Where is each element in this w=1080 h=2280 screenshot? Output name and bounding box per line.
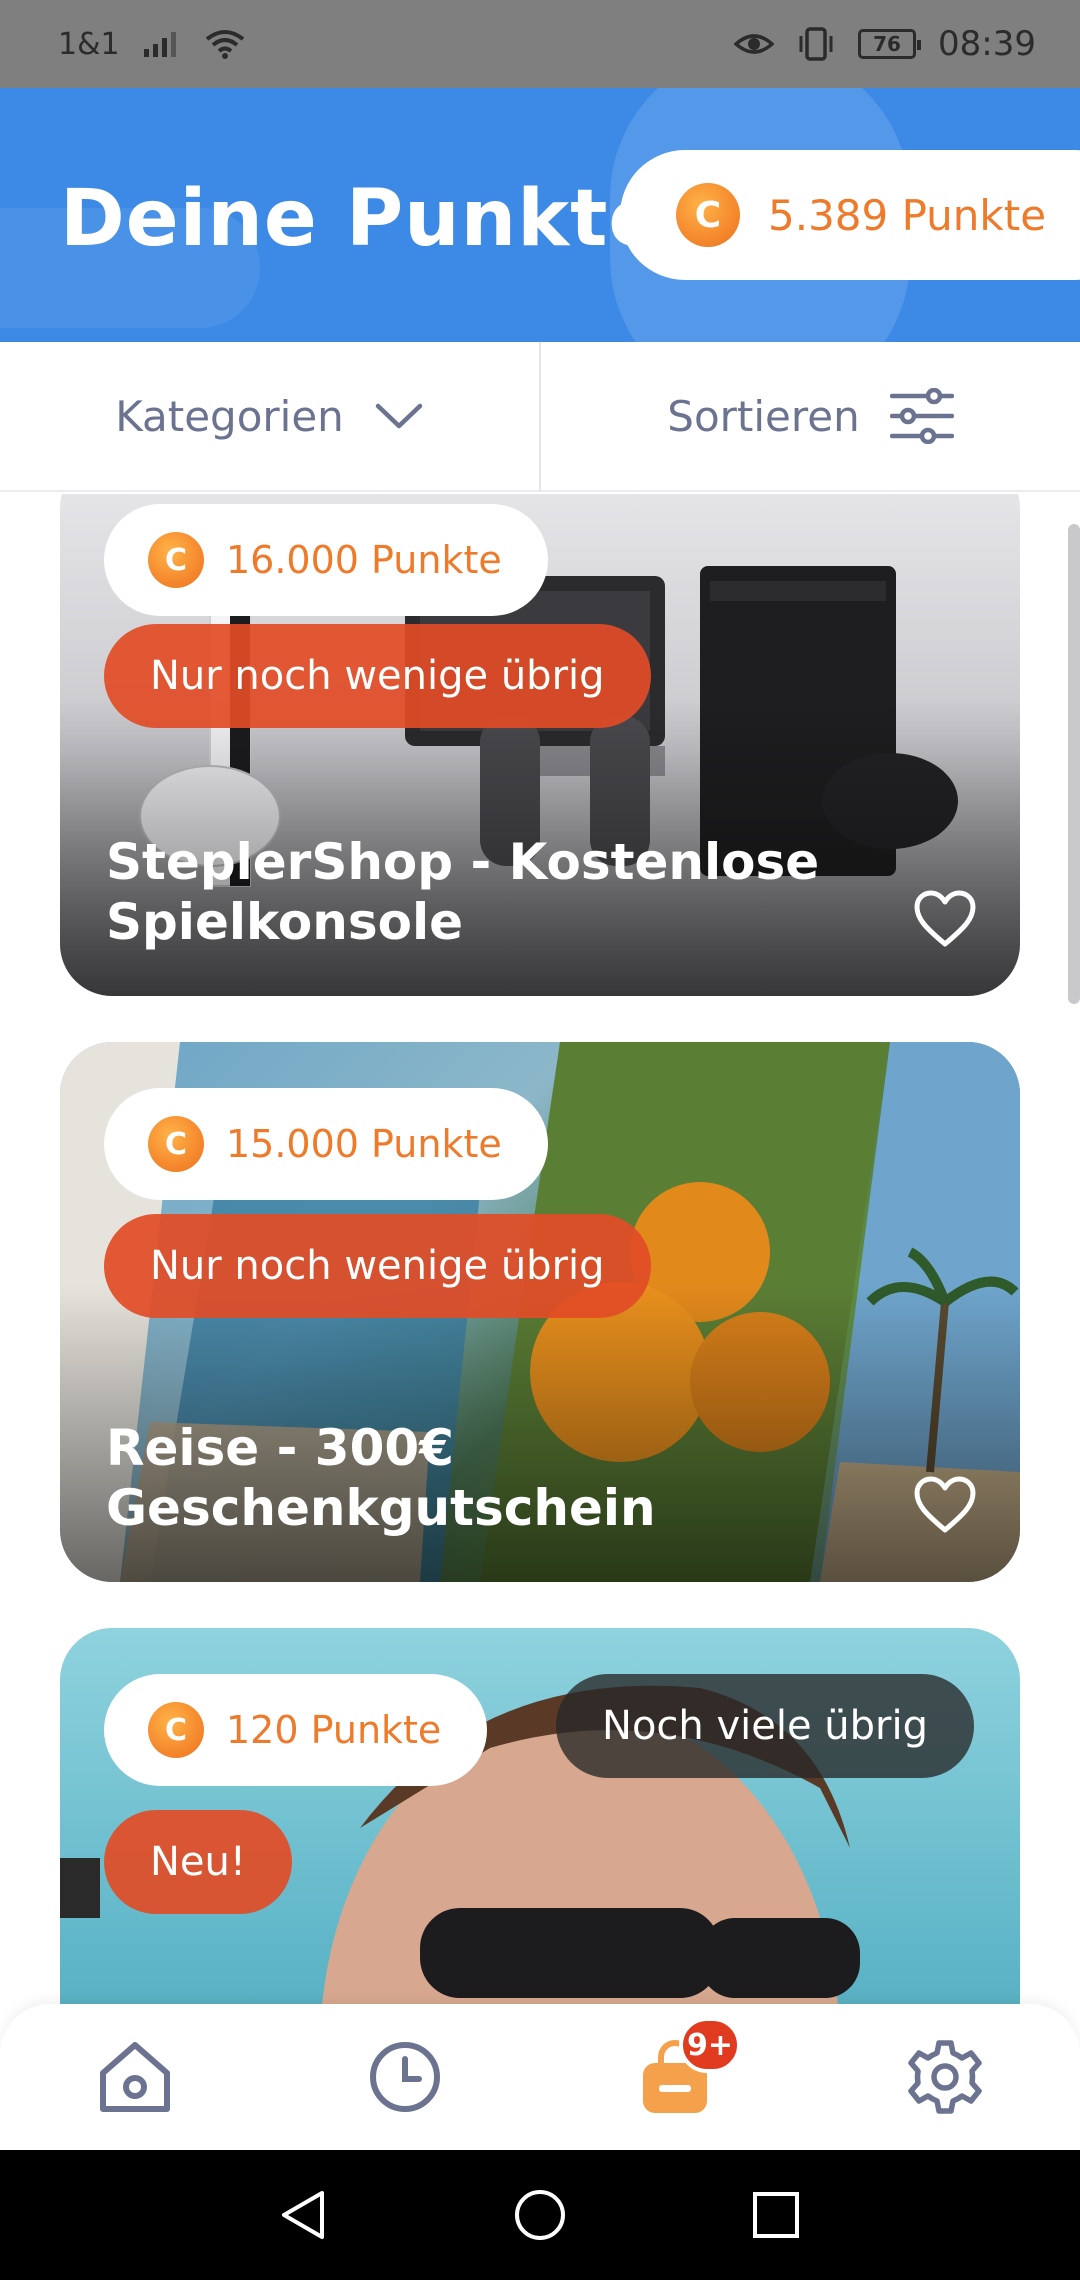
sliders-icon	[889, 388, 954, 444]
coin-icon: C	[148, 1116, 204, 1172]
scrollbar[interactable]	[1068, 524, 1080, 1004]
card-title: Reise - 300€ Geschenkgutschein	[106, 1419, 656, 1537]
reward-card[interactable]: C 16.000 Punkte Nur noch wenige übrig St…	[60, 494, 1020, 996]
bottom-nav: 9+	[0, 2004, 1080, 2150]
eye-comfort-icon	[734, 34, 775, 54]
price-pill: C 120 Punkte	[104, 1674, 488, 1786]
nav-rewards[interactable]: 9+	[625, 2017, 741, 2127]
clock-icon	[370, 2042, 440, 2112]
price-pill: C 16.000 Punkte	[104, 504, 548, 616]
back-icon[interactable]	[276, 2187, 332, 2243]
points-balance-pill[interactable]: C 5.389 Punkte	[620, 150, 1080, 280]
heart-icon[interactable]	[914, 1476, 976, 1534]
signal-icon	[143, 32, 176, 57]
card-title: SteplerShop - Kostenlose Spielkonsole	[106, 833, 820, 951]
price-label: 120 Punkte	[226, 1708, 442, 1752]
status-left: 1&1	[58, 27, 246, 62]
availability-badge: Noch viele übrig	[556, 1674, 974, 1778]
points-header: Deine Punkte: C 5.389 Punkte	[0, 88, 1080, 342]
system-nav-bar	[0, 2150, 1080, 2280]
sort-label: Sortieren	[667, 391, 860, 441]
rewards-list[interactable]: C 16.000 Punkte Nur noch wenige übrig St…	[0, 494, 1080, 2004]
chevron-down-icon	[375, 403, 423, 429]
clock: 08:39	[938, 24, 1036, 64]
new-badge: Neu!	[104, 1810, 292, 1914]
carrier-label: 1&1	[58, 26, 120, 62]
availability-badge: Nur noch wenige übrig	[104, 1214, 651, 1318]
sort-button[interactable]: Sortieren	[541, 342, 1080, 490]
page-title: Deine Punkte:	[60, 174, 695, 264]
coin-icon: C	[148, 1702, 204, 1758]
coin-icon: C	[148, 532, 204, 588]
home-icon	[100, 2042, 170, 2112]
status-right: 76 08:39	[734, 24, 1036, 64]
battery-indicator: 76	[858, 29, 922, 59]
filter-bar: Kategorien Sortieren	[0, 342, 1080, 492]
price-label: 15.000 Punkte	[226, 1122, 502, 1166]
wifi-icon	[205, 30, 244, 59]
coin-icon: C	[676, 183, 740, 247]
nav-history[interactable]	[355, 2027, 455, 2127]
status-bar: 1&1 76 08:39	[0, 0, 1080, 88]
categories-dropdown[interactable]: Kategorien	[0, 342, 539, 490]
recents-icon[interactable]	[748, 2187, 804, 2243]
nav-home[interactable]	[85, 2027, 185, 2127]
price-label: 16.000 Punkte	[226, 538, 502, 582]
gear-icon	[908, 2040, 982, 2114]
reward-card[interactable]: C 120 Punkte Noch viele übrig Neu!	[60, 1628, 1020, 2004]
vibrate-icon	[799, 27, 833, 61]
nav-settings[interactable]	[895, 2027, 995, 2127]
rewards-screen: 1&1 76 08:39 Deine Punkte: C 5.389 Punkt…	[0, 0, 1080, 2280]
categories-label: Kategorien	[115, 391, 344, 441]
heart-icon[interactable]	[914, 890, 976, 948]
price-pill: C 15.000 Punkte	[104, 1088, 548, 1200]
notification-badge: 9+	[679, 2017, 741, 2073]
points-balance: 5.389 Punkte	[768, 190, 1047, 240]
reward-card[interactable]: C 15.000 Punkte Nur noch wenige übrig Re…	[60, 1042, 1020, 1582]
home-circle-icon[interactable]	[512, 2187, 568, 2243]
availability-badge: Nur noch wenige übrig	[104, 624, 651, 728]
